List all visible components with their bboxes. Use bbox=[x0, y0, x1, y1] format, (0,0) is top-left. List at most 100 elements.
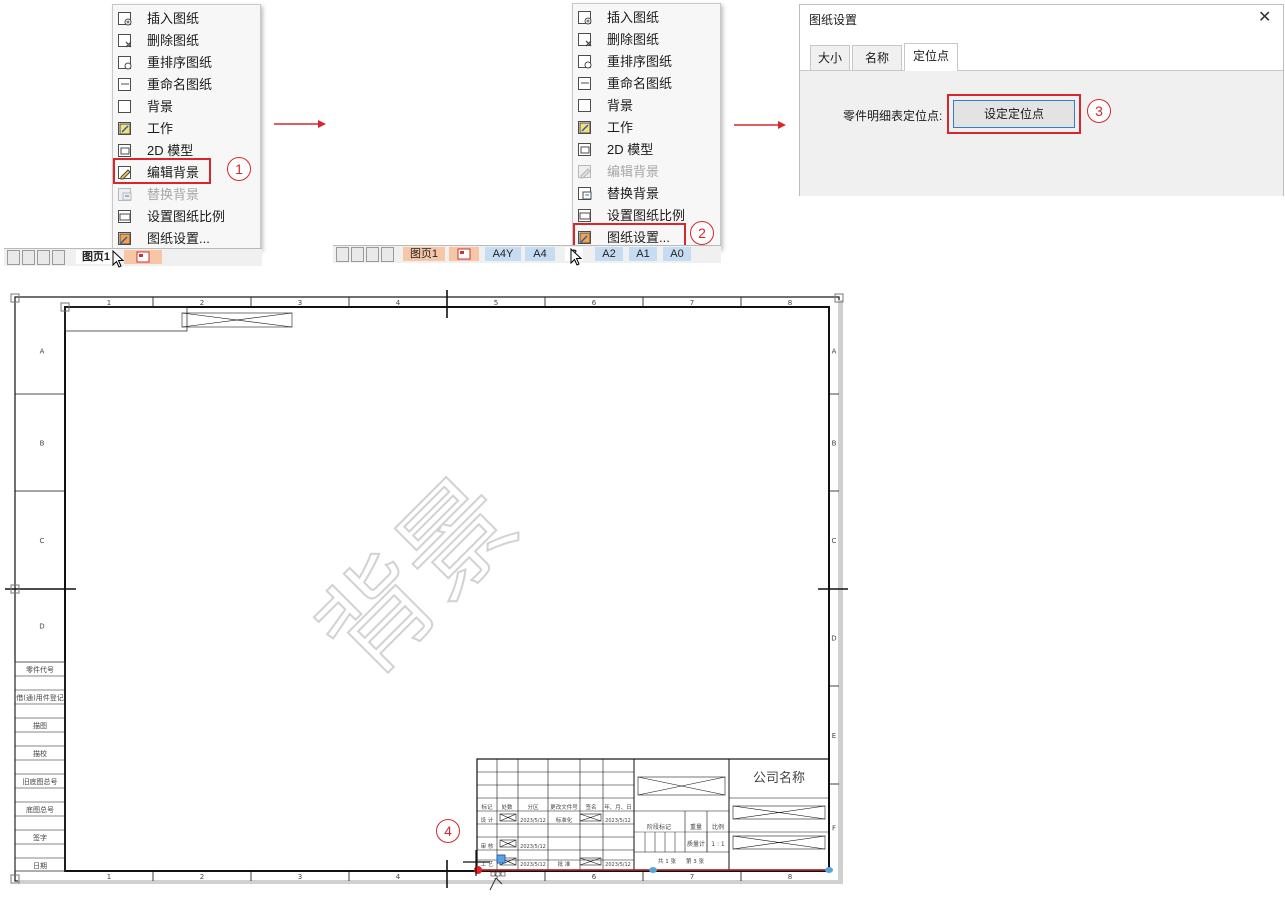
menu-item-label: 重排序图纸 bbox=[607, 54, 673, 69]
tab-background[interactable] bbox=[449, 247, 479, 261]
menu-item-label: 插入图纸 bbox=[147, 11, 200, 26]
insert-sheet-icon bbox=[577, 10, 593, 26]
step-2-marker: 2 bbox=[690, 221, 714, 245]
nav-last-button[interactable] bbox=[52, 250, 65, 265]
menu-item-label: 2D 模型 bbox=[607, 142, 654, 157]
person-role-label: 审 核 bbox=[481, 842, 494, 850]
menu-item-reorder-sheet[interactable]: 重排序图纸 bbox=[573, 51, 720, 73]
zone-label-top: 2 bbox=[200, 299, 204, 307]
date-value: 2023/5/12 bbox=[520, 844, 546, 850]
zone-label-right: E bbox=[832, 732, 836, 740]
replace-background-icon bbox=[577, 186, 593, 202]
date-value: 2023/5/12 bbox=[605, 818, 631, 824]
mass-label: 质量计 bbox=[687, 840, 705, 848]
work-icon bbox=[117, 121, 133, 137]
person-role-label: 批 准 bbox=[558, 860, 571, 868]
menu-item-label: 插入图纸 bbox=[607, 10, 660, 25]
reorder-sheet-icon bbox=[577, 54, 593, 70]
highlight-set-anchor bbox=[947, 94, 1081, 134]
nav-next-button[interactable] bbox=[366, 247, 379, 262]
left-strip-label: 描校 bbox=[33, 749, 47, 758]
left-strip-label: 旧底图总号 bbox=[23, 777, 58, 786]
menu-item-label: 替换背景 bbox=[607, 186, 660, 201]
replace-background-icon bbox=[117, 187, 133, 203]
menu-item-insert-sheet[interactable]: 插入图纸 bbox=[113, 8, 260, 30]
tab-background[interactable] bbox=[124, 250, 162, 264]
step-1-marker: 1 bbox=[227, 157, 251, 181]
context-menu-2: 插入图纸 删除图纸 重排序图纸 重命名图纸 背景 工作 2D 模型 编辑背景 替换背景 设置图纸比… bbox=[572, 3, 721, 249]
close-icon[interactable]: ✕ bbox=[1258, 7, 1271, 27]
snap-marker bbox=[500, 871, 506, 877]
menu-item-sheet-scale[interactable]: 设置图纸比例 bbox=[113, 206, 260, 228]
sheet-index: 第 3 张 bbox=[686, 857, 704, 865]
2d-model-icon bbox=[577, 142, 593, 158]
nav-first-button[interactable] bbox=[7, 250, 20, 265]
nav-prev-button[interactable] bbox=[351, 247, 364, 262]
tab-a4[interactable]: A4 bbox=[525, 247, 555, 261]
zone-label-top: 5 bbox=[494, 299, 498, 307]
background-icon bbox=[577, 98, 593, 114]
drawing-sheet: 1122334455667788ABCDABCDEF零件代号借(通)用件登记描图… bbox=[5, 290, 848, 891]
tab-sheet-1[interactable]: 图页1 bbox=[403, 247, 445, 261]
menu-item-edit-background: 编辑背景 bbox=[573, 161, 720, 183]
work-icon bbox=[577, 120, 593, 136]
menu-item-label: 图纸设置... bbox=[147, 231, 210, 246]
highlight-edit-background bbox=[113, 158, 211, 184]
tab-a0[interactable]: A0 bbox=[663, 247, 691, 261]
header-label: 更改文件号 bbox=[550, 803, 578, 811]
header-label: 处数 bbox=[501, 803, 513, 811]
zone-label-left: A bbox=[40, 348, 45, 356]
menu-item-insert-sheet[interactable]: 插入图纸 bbox=[573, 7, 720, 29]
scale-label: 比例 bbox=[712, 823, 724, 831]
menu-item-background[interactable]: 背景 bbox=[113, 96, 260, 118]
menu-item-sheet-settings[interactable]: 图纸设置... bbox=[113, 228, 260, 250]
tab-anchor[interactable]: 定位点 bbox=[904, 43, 958, 71]
header-label: 签名 bbox=[585, 803, 596, 811]
tab-a2[interactable]: A2 bbox=[595, 247, 623, 261]
tab-sheet-1[interactable]: 图页1 bbox=[76, 250, 116, 264]
person-role-label: 标准化 bbox=[556, 816, 573, 824]
nav-last-button[interactable] bbox=[381, 247, 394, 262]
insert-sheet-icon bbox=[117, 11, 133, 27]
sheet-shadow bbox=[18, 880, 843, 884]
menu-item-rename-sheet[interactable]: 重命名图纸 bbox=[113, 74, 260, 96]
menu-item-background[interactable]: 背景 bbox=[573, 95, 720, 117]
scale-value: 1 : 1 bbox=[711, 841, 725, 848]
menu-item-reorder-sheet[interactable]: 重排序图纸 bbox=[113, 52, 260, 74]
menu-item-work[interactable]: 工作 bbox=[573, 117, 720, 139]
zone-label-left: D bbox=[39, 623, 44, 631]
grip-point bbox=[496, 854, 506, 864]
watermark-text: 背景 bbox=[294, 454, 540, 700]
zone-label-right: D bbox=[831, 635, 836, 643]
nav-first-button[interactable] bbox=[336, 247, 349, 262]
tab-name[interactable]: 名称 bbox=[852, 45, 902, 70]
zone-label-bottom: 4 bbox=[396, 873, 401, 881]
menu-item-label: 重命名图纸 bbox=[147, 77, 213, 92]
left-strip-label: 零件代号 bbox=[26, 665, 54, 674]
tab-size[interactable]: 大小 bbox=[810, 45, 850, 70]
zone-label-bottom: 7 bbox=[690, 873, 694, 881]
menu-item-rename-sheet[interactable]: 重命名图纸 bbox=[573, 73, 720, 95]
menu-item-replace-background[interactable]: 替换背景 bbox=[573, 183, 720, 205]
tab-a4y[interactable]: A4Y bbox=[485, 247, 521, 261]
menu-item-delete-sheet[interactable]: 删除图纸 bbox=[573, 29, 720, 51]
header-label: 分区 bbox=[527, 803, 539, 811]
zone-label-bottom: 8 bbox=[788, 873, 792, 881]
menu-item-label: 2D 模型 bbox=[147, 143, 194, 158]
left-strip-label: 描图 bbox=[33, 721, 47, 730]
menu-item-2d-model[interactable]: 2D 模型 bbox=[573, 139, 720, 161]
tab-a1[interactable]: A1 bbox=[629, 247, 657, 261]
left-strip-label: 底图总号 bbox=[26, 805, 54, 814]
zone-label-bottom: 3 bbox=[298, 873, 302, 881]
menu-item-delete-sheet[interactable]: 删除图纸 bbox=[113, 30, 260, 52]
menu-item-work[interactable]: 工作 bbox=[113, 118, 260, 140]
zone-label-top: 4 bbox=[396, 299, 401, 307]
menu-item-label: 工作 bbox=[147, 121, 174, 136]
zone-label-right: B bbox=[832, 440, 837, 448]
grip-point bbox=[825, 867, 833, 873]
nav-prev-button[interactable] bbox=[22, 250, 35, 265]
sheet-settings-icon bbox=[117, 231, 133, 247]
2d-model-icon bbox=[117, 143, 133, 159]
nav-next-button[interactable] bbox=[37, 250, 50, 265]
arrow-right-icon bbox=[734, 121, 786, 129]
